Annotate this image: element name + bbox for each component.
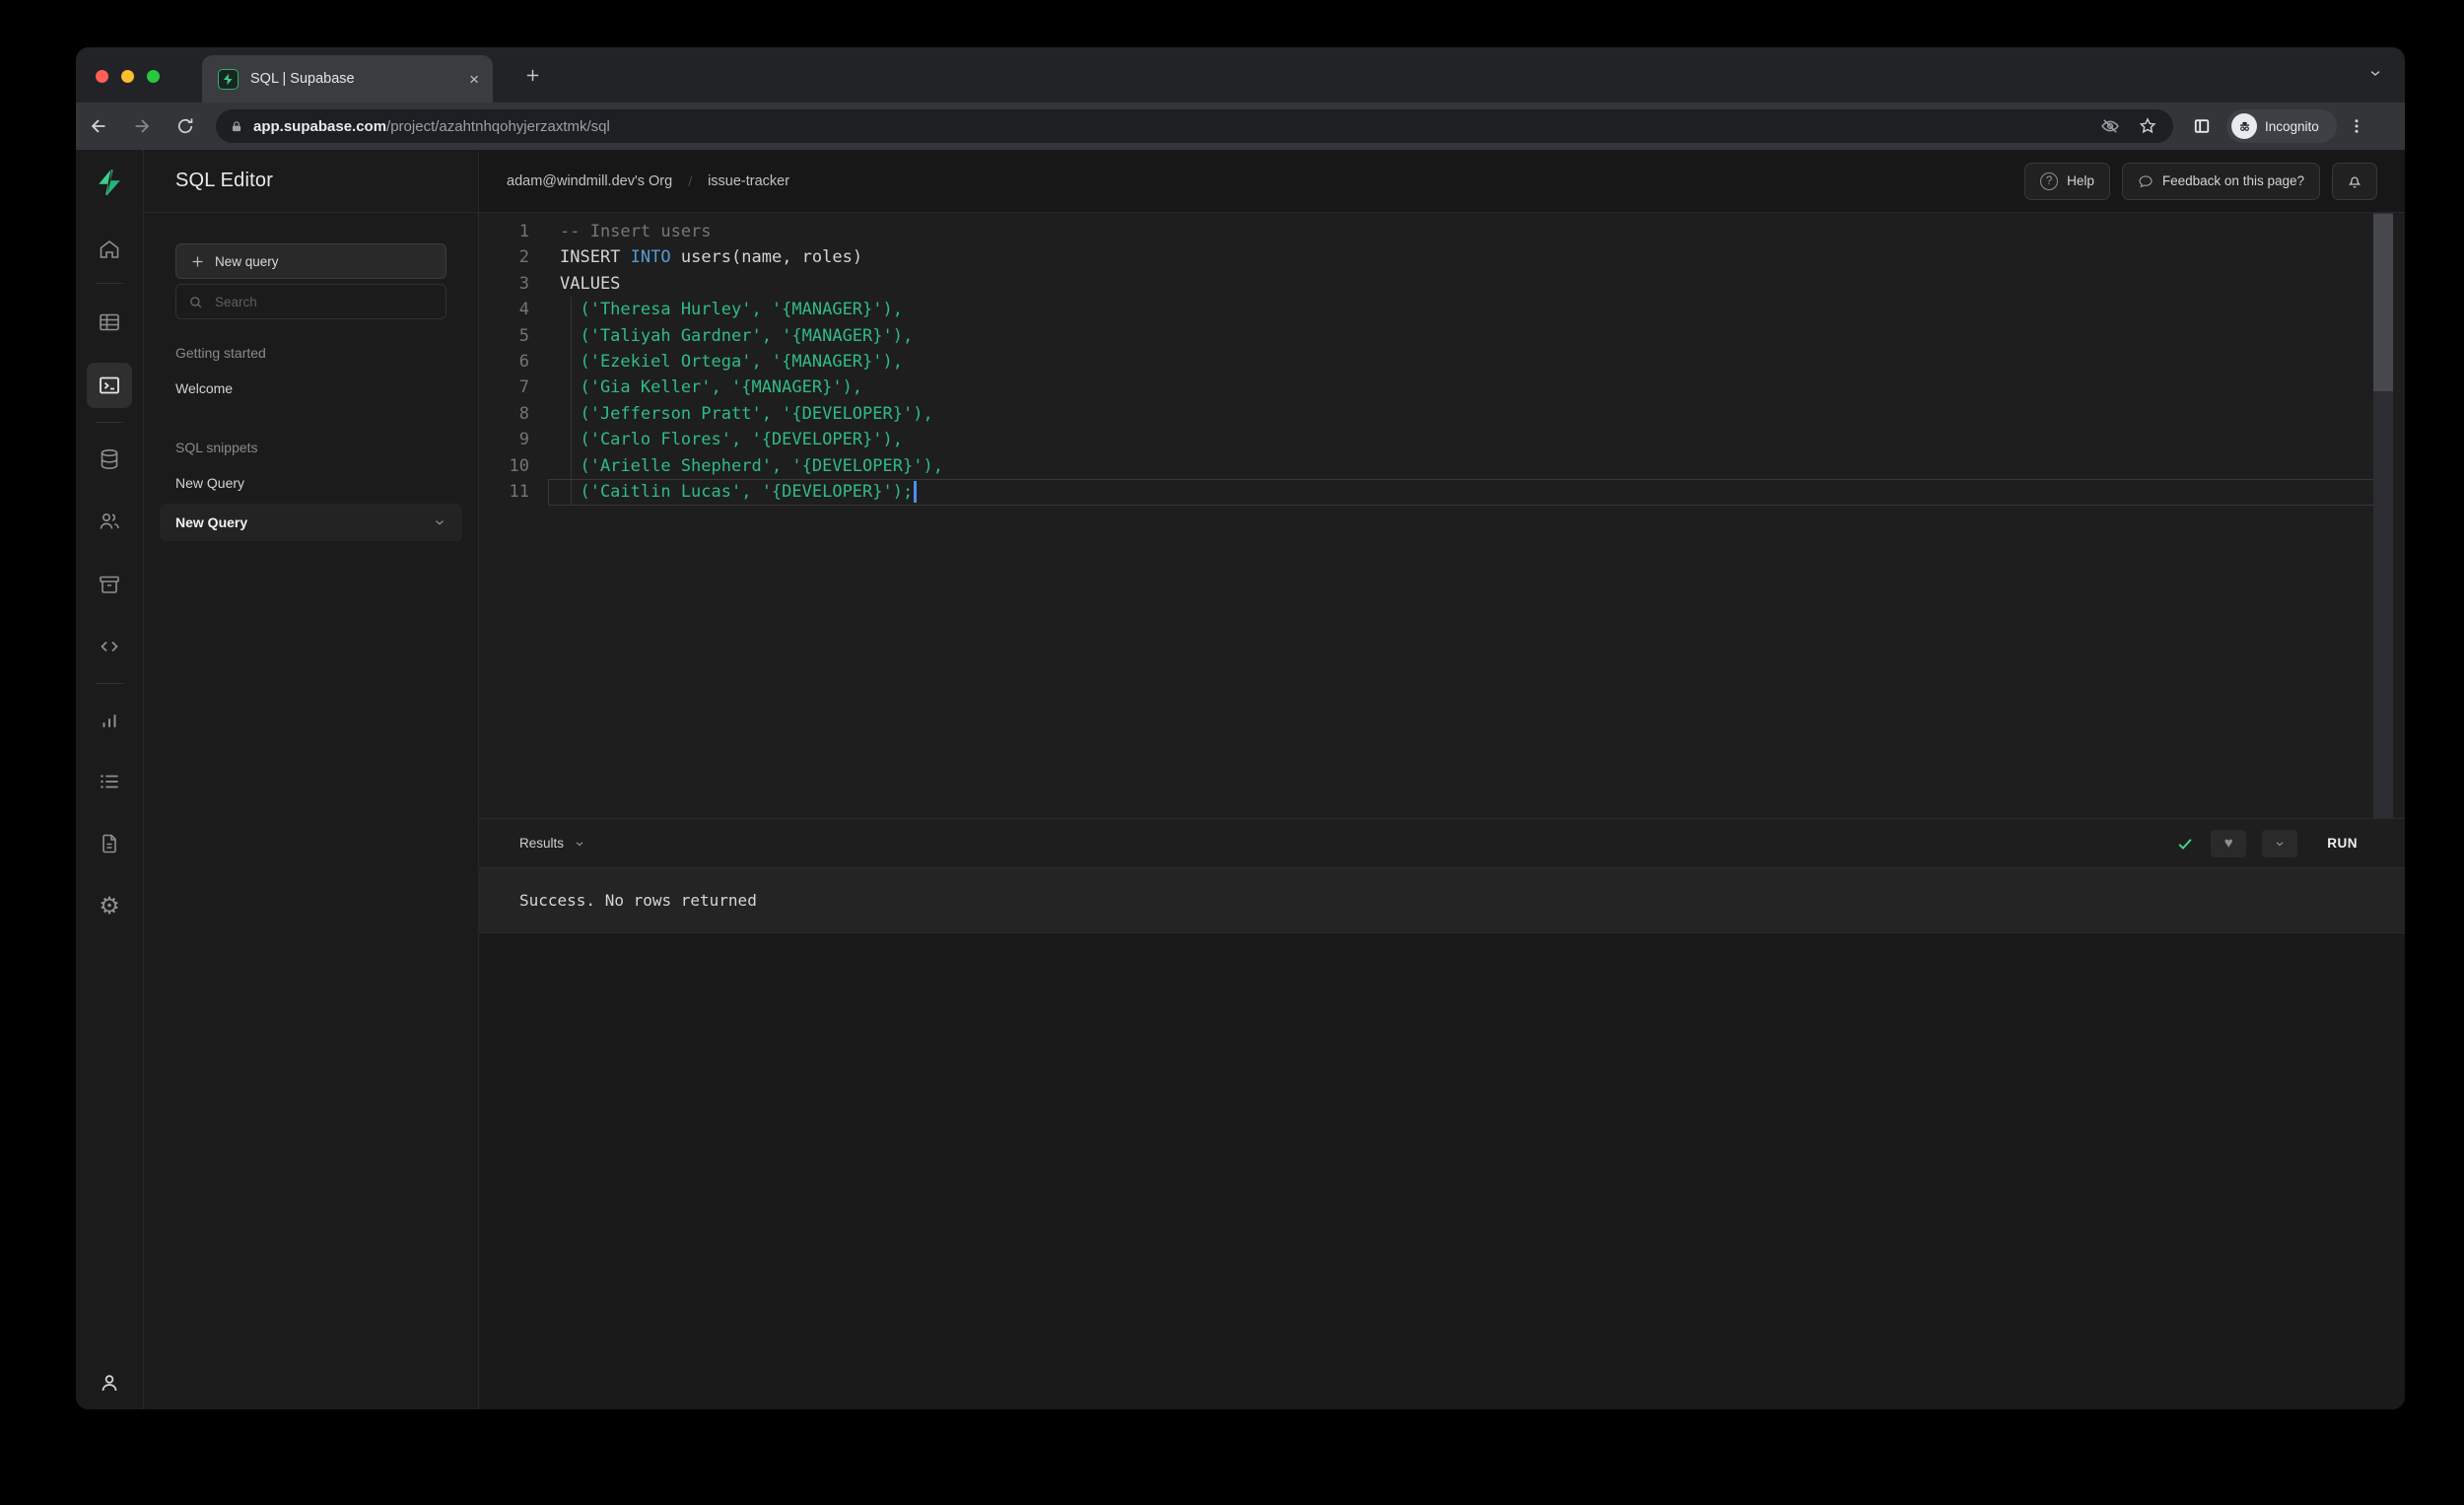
eye-blocked-icon[interactable]	[2100, 116, 2120, 136]
code-line[interactable]: 4 ('Theresa Hurley', '{MANAGER}'),	[479, 297, 2405, 322]
lock-icon	[232, 120, 241, 131]
text-cursor	[914, 480, 917, 503]
chevron-down-icon[interactable]	[433, 515, 446, 529]
browser-toolbar: app.supabase.com/project/azahtnhqohyjerz…	[76, 103, 2405, 150]
url-bar[interactable]: app.supabase.com/project/azahtnhqohyjerz…	[216, 109, 2173, 143]
scrollbar-thumb[interactable]	[2373, 214, 2393, 391]
zoom-window-button[interactable]	[147, 70, 160, 83]
question-icon: ?	[2040, 171, 2059, 190]
storage-icon[interactable]	[90, 565, 129, 604]
help-button-label: Help	[2067, 173, 2094, 188]
edge-functions-icon[interactable]	[90, 627, 129, 666]
heart-icon: ♥	[2224, 835, 2233, 852]
tab-search-chevron-icon[interactable]	[2367, 65, 2383, 81]
code-line[interactable]: 6 ('Ezekiel Ortega', '{MANAGER}'),	[479, 349, 2405, 375]
reports-icon[interactable]	[90, 701, 129, 740]
main-panel: adam@windmill.dev's Org / issue-tracker …	[479, 150, 2405, 1409]
incognito-badge[interactable]: Incognito	[2226, 109, 2337, 143]
supabase-logo-icon[interactable]	[90, 163, 129, 202]
url-text: app.supabase.com/project/azahtnhqohyjerz…	[253, 117, 610, 135]
new-tab-button[interactable]	[517, 60, 547, 90]
selected-query-label: New Query	[175, 514, 248, 530]
section-getting-started: Getting started	[175, 345, 266, 361]
sql-code-editor[interactable]: 1 -- Insert users 2 INSERT INTO users(name…	[479, 213, 2405, 818]
bell-icon	[2348, 176, 2361, 187]
nav-rail: ⚙	[76, 150, 144, 1409]
breadcrumb-project[interactable]: issue-tracker	[708, 173, 789, 189]
supabase-app: ⚙ SQL Editor New query Getting started	[76, 150, 2405, 1409]
tab-title: SQL | Supabase	[250, 71, 355, 87]
code-line[interactable]: 8 ('Jefferson Pratt', '{DEVELOPER}'),	[479, 401, 2405, 427]
api-docs-icon[interactable]	[90, 824, 129, 863]
speech-bubble-icon	[2139, 174, 2153, 187]
success-message: Success. No rows returned	[519, 891, 757, 910]
settings-gear-icon[interactable]: ⚙	[90, 887, 129, 926]
code-line[interactable]: 2 INSERT INTO users(name, roles)	[479, 244, 2405, 270]
breadcrumb-separator: /	[688, 172, 693, 189]
tab-strip: SQL | Supabase ×	[76, 47, 2405, 103]
database-icon[interactable]	[90, 440, 129, 479]
code-line[interactable]: 7 ('Gia Keller', '{MANAGER}'),	[479, 375, 2405, 400]
section-sql-snippets: SQL snippets	[175, 440, 258, 455]
new-query-button-label: New query	[215, 253, 279, 269]
new-query-button[interactable]: New query	[175, 243, 446, 279]
supabase-favicon-icon	[218, 68, 239, 90]
close-window-button[interactable]	[96, 70, 108, 83]
search-input[interactable]	[213, 293, 434, 310]
page-title: SQL Editor	[175, 170, 274, 191]
browser-tab[interactable]: SQL | Supabase ×	[202, 55, 493, 103]
code-line[interactable]: 1 -- Insert users	[479, 219, 2405, 244]
sql-editor-sidebar: SQL Editor New query Getting started Wel…	[144, 150, 479, 1409]
run-button[interactable]: RUN	[2327, 836, 2358, 851]
feedback-button[interactable]: Feedback on this page?	[2121, 162, 2320, 200]
code-line[interactable]: 10 ('Arielle Shepherd', '{DEVELOPER}'),	[479, 453, 2405, 479]
valid-check-icon	[2178, 838, 2192, 850]
side-panel-icon[interactable]	[2185, 109, 2219, 143]
search-icon	[190, 296, 202, 308]
sql-editor-icon[interactable]	[87, 363, 132, 408]
run-options-chevron-button[interactable]	[2262, 829, 2298, 857]
results-dropdown[interactable]: Results	[519, 836, 585, 851]
code-line[interactable]: 9 ('Carlo Flores', '{DEVELOPER}'),	[479, 427, 2405, 452]
feedback-button-label: Feedback on this page?	[2161, 173, 2304, 188]
minimize-window-button[interactable]	[121, 70, 134, 83]
indent-guide	[571, 297, 572, 506]
reload-button[interactable]	[169, 109, 202, 143]
logs-icon[interactable]	[90, 762, 129, 801]
editor-scrollbar[interactable]	[2373, 213, 2393, 818]
menu-dots-icon[interactable]	[2343, 109, 2370, 143]
incognito-label: Incognito	[2265, 118, 2319, 134]
results-empty-area	[479, 933, 2405, 1409]
sidebar-item-new-query[interactable]: New Query	[175, 475, 446, 491]
sidebar-item-new-query-selected[interactable]: New Query	[160, 504, 462, 541]
sidebar-item-welcome[interactable]: Welcome	[175, 380, 446, 396]
code-line[interactable]: 5 ('Taliyah Gardner', '{MANAGER}'),	[479, 323, 2405, 349]
results-toolbar: Results ♥ RUN	[479, 818, 2405, 868]
browser-window: SQL | Supabase × app.supabase.com/projec…	[76, 47, 2405, 1409]
account-profile-icon[interactable]	[90, 1363, 129, 1402]
code-line[interactable]: 11 ('Caitlin Lucas', '{DEVELOPER}');	[479, 479, 2405, 505]
auth-users-icon[interactable]	[90, 502, 129, 541]
incognito-spy-icon	[2231, 113, 2257, 139]
results-message: Success. No rows returned	[479, 868, 2405, 933]
sidebar-header: SQL Editor	[144, 150, 478, 213]
plus-icon	[192, 256, 203, 266]
search-input-wrapper	[175, 284, 446, 319]
help-button[interactable]: ? Help	[2024, 162, 2110, 200]
table-editor-icon[interactable]	[90, 303, 129, 342]
breadcrumb-org[interactable]: adam@windmill.dev's Org	[507, 173, 672, 189]
favorite-heart-button[interactable]: ♥	[2211, 829, 2247, 857]
back-button[interactable]	[82, 109, 115, 143]
forward-button[interactable]	[125, 109, 159, 143]
home-icon[interactable]	[90, 230, 129, 269]
main-header: adam@windmill.dev's Org / issue-tracker …	[479, 150, 2405, 213]
notifications-button[interactable]	[2332, 162, 2377, 200]
traffic-lights	[96, 70, 160, 83]
bookmark-star-icon[interactable]	[2138, 116, 2157, 136]
tab-close-icon[interactable]: ×	[469, 71, 479, 88]
code-line[interactable]: 3 VALUES	[479, 271, 2405, 297]
chevron-down-icon	[2276, 841, 2284, 846]
chevron-down-icon	[576, 841, 583, 846]
